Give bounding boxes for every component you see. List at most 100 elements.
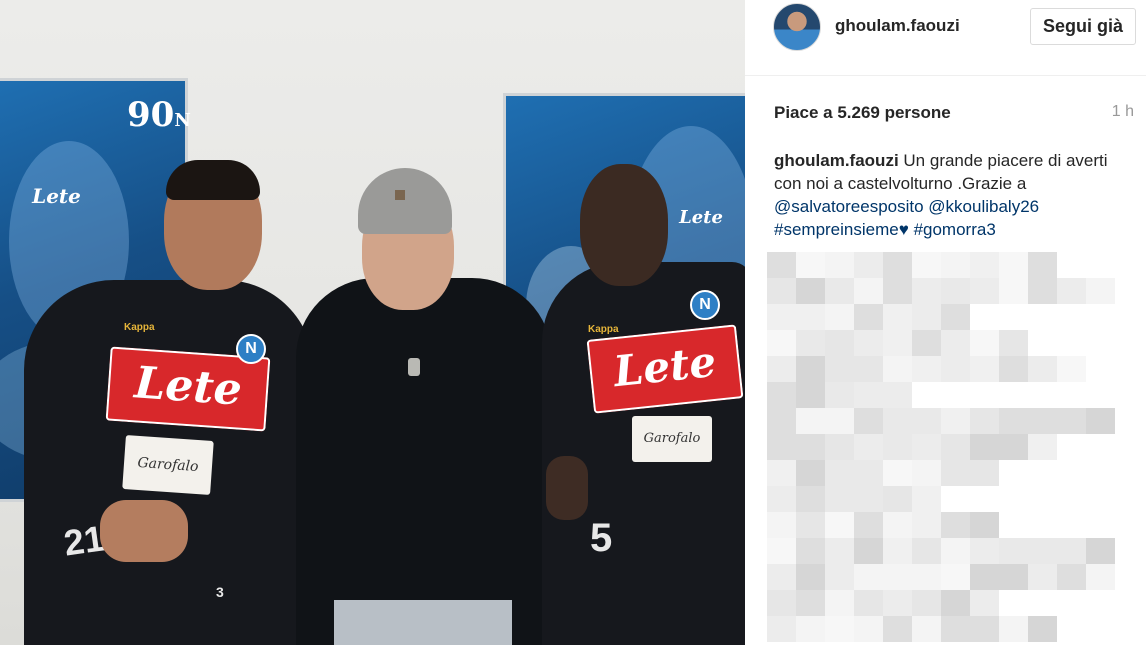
blur-block xyxy=(1086,278,1115,304)
blur-block xyxy=(854,304,883,330)
post-sidebar: ghoulam.faouzi Segui già Piace a 5.269 p… xyxy=(745,0,1146,645)
blur-block xyxy=(999,278,1028,304)
blur-block xyxy=(970,512,999,538)
blur-block xyxy=(767,382,796,408)
blur-block xyxy=(941,356,970,382)
hashtag-sempreinsieme[interactable]: #sempreinsieme xyxy=(774,220,899,239)
mention-kkoulibaly26[interactable]: @kkoulibaly26 xyxy=(928,197,1039,216)
blur-block xyxy=(825,252,854,278)
blur-block xyxy=(796,408,825,434)
blur-block xyxy=(912,538,941,564)
blur-block xyxy=(912,304,941,330)
blur-block xyxy=(767,434,796,460)
blur-block xyxy=(883,434,912,460)
blur-block xyxy=(854,278,883,304)
blur-block xyxy=(941,564,970,590)
blur-block xyxy=(825,408,854,434)
blur-block xyxy=(854,616,883,642)
caption-author[interactable]: ghoulam.faouzi xyxy=(774,151,899,170)
blur-block xyxy=(912,460,941,486)
post-photo[interactable]: 90N Lete Lete Lete Garofalo N Kappa 21 3… xyxy=(0,0,745,645)
blur-block xyxy=(1086,538,1115,564)
blur-block xyxy=(970,616,999,642)
blur-block xyxy=(970,460,999,486)
blur-block xyxy=(883,564,912,590)
poster-logo: 90N xyxy=(127,95,191,135)
blur-block xyxy=(883,382,912,408)
blur-block xyxy=(825,382,854,408)
blur-block xyxy=(767,330,796,356)
blur-block xyxy=(767,512,796,538)
blur-block xyxy=(1028,434,1057,460)
following-button[interactable]: Segui già xyxy=(1030,8,1136,45)
blur-block xyxy=(796,278,825,304)
blur-block xyxy=(1028,616,1057,642)
blur-block xyxy=(767,252,796,278)
heart-emoji: ♥ xyxy=(898,220,909,239)
post-header: ghoulam.faouzi Segui già xyxy=(745,0,1146,76)
right-player-number: 5 xyxy=(590,516,613,560)
blur-block xyxy=(796,616,825,642)
mention-salvatoreesposito[interactable]: @salvatoreesposito xyxy=(774,197,924,216)
blur-block xyxy=(796,356,825,382)
blur-block xyxy=(1028,278,1057,304)
post-caption: ghoulam.faouzi Un grande piacere di aver… xyxy=(774,149,1119,241)
blur-block xyxy=(1057,538,1086,564)
blur-block xyxy=(854,564,883,590)
username[interactable]: ghoulam.faouzi xyxy=(835,16,960,36)
blur-block xyxy=(1057,278,1086,304)
blur-block xyxy=(854,486,883,512)
blur-block xyxy=(796,538,825,564)
blur-block xyxy=(941,512,970,538)
blur-block xyxy=(999,408,1028,434)
blur-block xyxy=(767,590,796,616)
blur-block xyxy=(825,564,854,590)
poster-sponsor-right: Lete xyxy=(679,207,723,228)
blur-block xyxy=(999,434,1028,460)
blur-block xyxy=(767,356,796,382)
blur-block xyxy=(941,460,970,486)
right-jersey-sponsor: Lete xyxy=(586,324,744,414)
left-jersey-secondary: Garofalo xyxy=(122,434,214,496)
blur-block xyxy=(941,278,970,304)
blur-block xyxy=(796,486,825,512)
blur-block xyxy=(854,408,883,434)
blur-block xyxy=(999,538,1028,564)
blur-block xyxy=(1086,564,1115,590)
blur-block xyxy=(825,512,854,538)
blur-block xyxy=(883,512,912,538)
blur-block xyxy=(1057,356,1086,382)
blur-block xyxy=(854,356,883,382)
blur-block xyxy=(825,330,854,356)
blur-block xyxy=(825,304,854,330)
post-timestamp[interactable]: 1 h xyxy=(1112,103,1134,121)
blur-block xyxy=(767,486,796,512)
blur-block xyxy=(825,434,854,460)
blur-block xyxy=(970,564,999,590)
blur-block xyxy=(767,304,796,330)
blur-block xyxy=(941,304,970,330)
blur-block xyxy=(1057,408,1086,434)
left-jersey-crest: N xyxy=(236,334,266,364)
blur-block xyxy=(912,356,941,382)
blur-block xyxy=(912,616,941,642)
blur-block xyxy=(883,408,912,434)
blur-block xyxy=(854,460,883,486)
blur-block xyxy=(796,434,825,460)
blur-block xyxy=(854,538,883,564)
blur-block xyxy=(970,356,999,382)
blur-block xyxy=(970,278,999,304)
blur-block xyxy=(912,408,941,434)
blur-block xyxy=(970,590,999,616)
blur-block xyxy=(854,252,883,278)
blur-block xyxy=(767,616,796,642)
blur-block xyxy=(883,356,912,382)
blur-block xyxy=(1028,356,1057,382)
blur-block xyxy=(941,590,970,616)
blur-block xyxy=(883,460,912,486)
blur-block xyxy=(999,252,1028,278)
avatar[interactable] xyxy=(773,3,821,51)
likes-count[interactable]: Piace a 5.269 persone xyxy=(774,103,951,123)
blur-block xyxy=(970,330,999,356)
hashtag-gomorra3[interactable]: #gomorra3 xyxy=(914,220,996,239)
